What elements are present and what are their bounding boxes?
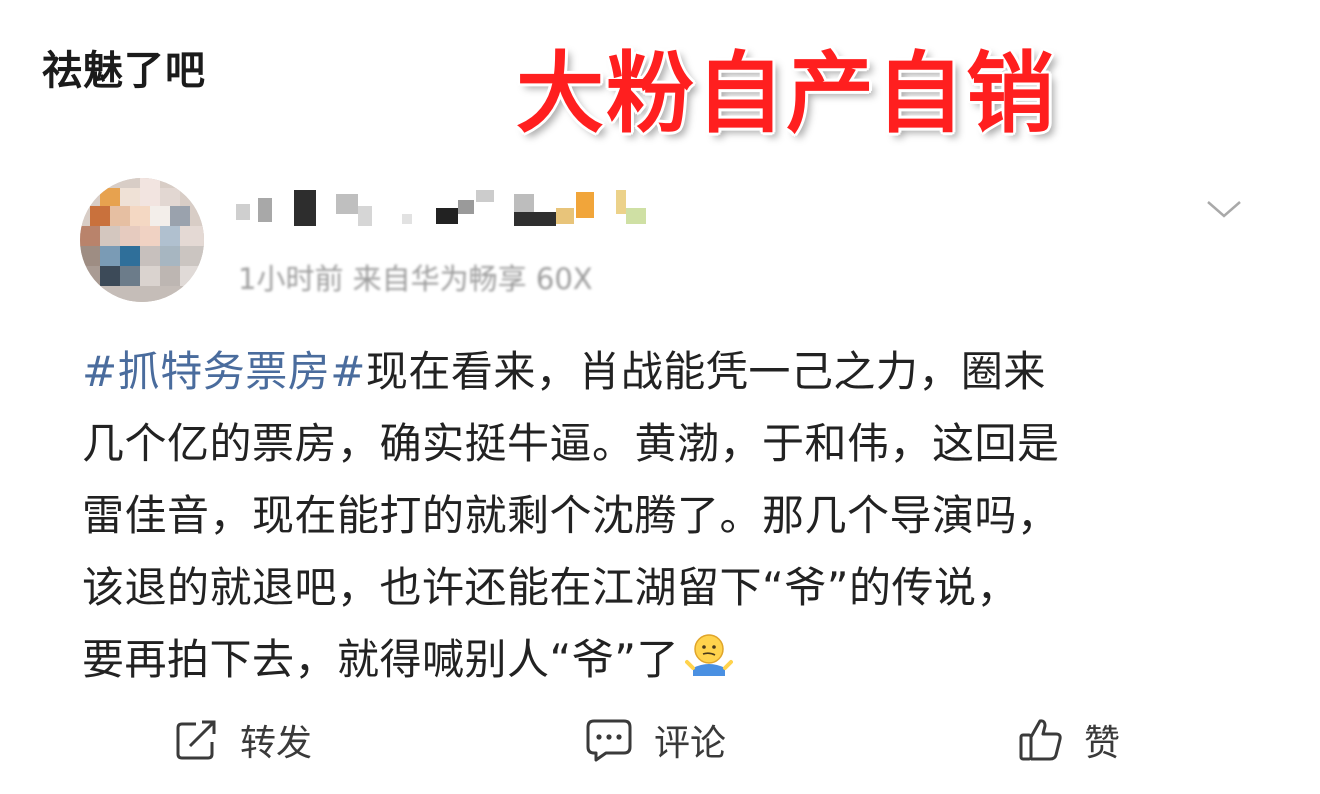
repost-icon <box>176 720 216 760</box>
pixelated-username-icon <box>236 190 646 226</box>
post-body: #抓特务票房#现在看来，肖战能凭一己之力，圈来 几个亿的票房，确实挺牛逼。黄渤，… <box>82 336 1252 696</box>
action-bar: 转发 评论 赞 <box>0 710 1320 770</box>
post-text: 现在看来，肖战能凭一己之力，圈来 <box>365 347 1046 396</box>
hashtag-link[interactable]: #抓特务票房# <box>82 347 366 396</box>
like-button[interactable]: 赞 <box>1018 710 1120 770</box>
comment-button[interactable]: 评论 <box>584 710 726 770</box>
caption-text: 祛魅了吧 <box>42 48 206 94</box>
avatar-pixelated-icon <box>80 178 204 302</box>
username-obscured[interactable] <box>236 186 666 230</box>
thumbs-up-icon <box>1019 719 1062 761</box>
post-line-4: 该退的就退吧，也许还能在江湖留下“爷”的传说， <box>82 563 1020 612</box>
comment-icon <box>586 719 632 762</box>
post-text: 要再拍下去，就得喊别人“爷”了 <box>82 635 680 684</box>
repost-label: 转发 <box>240 723 313 764</box>
shrug-emoji-icon <box>685 628 734 676</box>
chevron-down-icon <box>1207 201 1241 218</box>
post-menu-button[interactable] <box>1204 196 1244 222</box>
comment-label: 评论 <box>654 723 727 764</box>
avatar[interactable] <box>80 178 204 302</box>
post-line-3: 雷佳音，现在能打的就剩个沈腾了。那几个导演吗， <box>82 491 1060 540</box>
headline-overlay: 大粉自产自销 <box>516 42 1057 145</box>
post-line-2: 几个亿的票房，确实挺牛逼。黄渤，于和伟，这回是 <box>82 419 1060 468</box>
repost-button[interactable]: 转发 <box>174 710 312 770</box>
like-label: 赞 <box>1084 723 1121 764</box>
post-meta: 1小时前 来自华为畅享 60X <box>238 262 593 296</box>
post-line-5: 要再拍下去，就得喊别人“爷”了 <box>82 624 1252 696</box>
post-line-1: #抓特务票房#现在看来，肖战能凭一己之力，圈来 <box>82 336 1252 408</box>
